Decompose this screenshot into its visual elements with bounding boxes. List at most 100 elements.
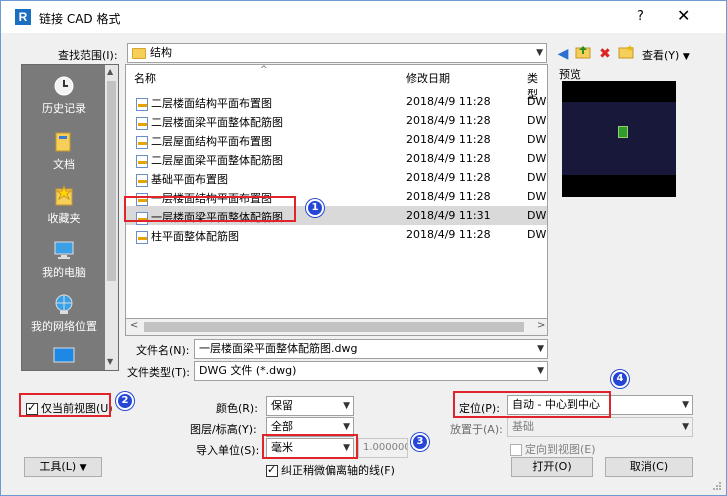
help-button[interactable]: ?	[637, 9, 644, 24]
scroll-right-icon[interactable]: >	[537, 320, 545, 331]
sidebar-item-documents[interactable]: 文档	[22, 131, 106, 172]
file-row[interactable]: 二层屋面梁平面整体配筋图 2018/4/9 11:28 DW(	[126, 149, 547, 168]
file-type: DW(	[527, 171, 547, 184]
file-date: 2018/4/9 11:28	[406, 228, 491, 241]
color-label: 颜色(R):	[216, 402, 258, 415]
sidebar-item-history[interactable]: 历史记录	[22, 75, 106, 116]
file-date: 2018/4/9 11:28	[406, 171, 491, 184]
open-button[interactable]: 打开(O)	[511, 457, 593, 477]
sidebar-item-desktop[interactable]	[22, 345, 106, 370]
dwg-file-icon	[136, 230, 148, 244]
tools-button-label: 工具(L)	[39, 460, 77, 473]
file-type: DW(	[527, 95, 547, 108]
place-label: 放置于(A):	[450, 423, 503, 436]
dropdown-arrow-icon: ▼	[79, 463, 87, 473]
checkbox-checked-icon	[266, 463, 278, 477]
sidebar-item-label: 我的电脑	[42, 266, 86, 279]
close-button[interactable]: ✕	[677, 6, 690, 25]
delete-icon[interactable]: ✖	[596, 45, 614, 63]
annotation-badge-1: 1	[306, 199, 324, 217]
chevron-down-icon: ▼	[537, 366, 544, 376]
dialog-title: 链接 CAD 格式	[39, 12, 121, 26]
dwg-file-icon	[136, 154, 148, 168]
desktop-icon	[52, 345, 76, 367]
sort-caret-icon: ^	[260, 65, 268, 75]
color-select[interactable]: 保留 ▼	[266, 396, 354, 416]
file-type: DW(	[527, 228, 547, 241]
file-row[interactable]: 二层楼面结构平面布置图 2018/4/9 11:28 DW(	[126, 92, 547, 111]
file-date: 2018/4/9 11:28	[406, 114, 491, 127]
file-type: DW(	[527, 133, 547, 146]
up-folder-icon[interactable]	[574, 45, 592, 63]
revit-logo-icon: R	[15, 9, 31, 25]
scroll-left-icon[interactable]: <	[130, 320, 138, 331]
sidebar-item-network[interactable]: 我的网络位置	[22, 293, 106, 334]
layers-value: 全部	[271, 420, 293, 433]
filetype-label: 文件类型(T):	[127, 366, 191, 379]
file-date: 2018/4/9 11:28	[406, 152, 491, 165]
correct-lines-checkbox[interactable]: 纠正稍微偏离轴的线(F)	[266, 462, 395, 478]
filetype-select[interactable]: DWG 文件 (*.dwg) ▼	[194, 361, 548, 381]
checkbox-unchecked-icon	[510, 444, 522, 456]
sidebar-item-favorites[interactable]: 收藏夹	[22, 184, 106, 226]
places-sidebar: 历史记录 文档 收藏夹 我的电脑 我的网络位置 ▲ ▼	[21, 64, 119, 371]
file-name-text: 柱平面整体配筋图	[151, 230, 239, 243]
file-row[interactable]: 二层屋面结构平面布置图 2018/4/9 11:28 DW(	[126, 130, 547, 149]
scroll-thumb[interactable]	[107, 81, 116, 281]
sidebar-item-label: 我的网络位置	[31, 320, 97, 333]
cancel-button[interactable]: 取消(C)	[605, 457, 693, 477]
file-row[interactable]: 柱平面整体配筋图 2018/4/9 11:28 DW(	[126, 225, 547, 244]
new-folder-icon[interactable]	[617, 45, 635, 63]
scale-value: 1.000000	[363, 442, 408, 453]
file-name-text: 二层楼面结构平面布置图	[151, 97, 272, 110]
file-list-hscrollbar[interactable]: < >	[125, 318, 548, 336]
scroll-down-icon[interactable]: ▼	[107, 357, 113, 366]
annotation-badge-3: 3	[411, 433, 429, 451]
sidebar-scrollbar[interactable]: ▲ ▼	[105, 65, 118, 370]
scroll-up-icon[interactable]: ▲	[107, 67, 113, 76]
dropdown-arrow-icon: ▼	[682, 52, 690, 62]
chevron-down-icon: ▼	[682, 400, 689, 410]
layers-label: 图层/标高(Y):	[190, 423, 257, 436]
file-list-header: ^ 名称 修改日期 类型	[126, 65, 547, 101]
file-name-text: 二层屋面梁平面整体配筋图	[151, 154, 283, 167]
file-name-text: 基础平面布置图	[151, 173, 228, 186]
file-name: 基础平面布置图	[136, 171, 228, 187]
file-date: 2018/4/9 11:28	[406, 190, 491, 203]
annotation-box-current-view	[19, 393, 111, 417]
chevron-down-icon: ▼	[537, 344, 544, 354]
dwg-file-icon	[136, 97, 148, 111]
chevron-down-icon: ▼	[536, 48, 543, 58]
view-menu[interactable]: 查看(Y) ▼	[642, 47, 690, 63]
filename-input[interactable]: 一层楼面梁平面整体配筋图.dwg ▼	[194, 339, 548, 359]
tools-button[interactable]: 工具(L) ▼	[24, 457, 102, 477]
column-header-date[interactable]: 修改日期	[406, 70, 450, 86]
file-name-text: 二层楼面梁平面整体配筋图	[151, 116, 283, 129]
file-type: DW(	[527, 152, 547, 165]
preview-label: 预览	[559, 68, 581, 81]
dwg-file-icon	[136, 173, 148, 187]
scale-input: 1.000000	[358, 438, 408, 458]
documents-icon	[52, 131, 76, 153]
annotation-box-position	[453, 391, 611, 418]
scroll-thumb[interactable]	[144, 322, 524, 332]
sidebar-item-computer[interactable]: 我的电脑	[22, 239, 106, 280]
file-type: DW(	[527, 190, 547, 203]
title-bar: R 链接 CAD 格式 ? ✕	[1, 1, 726, 33]
network-icon	[52, 293, 76, 315]
dwg-file-icon	[136, 116, 148, 130]
resize-grip-icon[interactable]	[712, 481, 722, 491]
file-name: 二层屋面结构平面布置图	[136, 133, 272, 149]
column-header-name[interactable]: 名称	[134, 70, 156, 86]
file-name: 二层楼面结构平面布置图	[136, 95, 272, 111]
back-icon[interactable]: ◀	[554, 45, 572, 63]
file-type: DW(	[527, 209, 547, 222]
lookin-combo[interactable]: 结构 ▼	[127, 43, 547, 63]
file-row[interactable]: 二层楼面梁平面整体配筋图 2018/4/9 11:28 DW(	[126, 111, 547, 130]
chevron-down-icon: ▼	[682, 422, 689, 432]
annotation-badge-4: 4	[611, 370, 629, 388]
file-type: DW(	[527, 114, 547, 127]
folder-icon	[132, 47, 146, 59]
file-row[interactable]: 基础平面布置图 2018/4/9 11:28 DW(	[126, 168, 547, 187]
sidebar-item-label: 历史记录	[42, 102, 86, 115]
